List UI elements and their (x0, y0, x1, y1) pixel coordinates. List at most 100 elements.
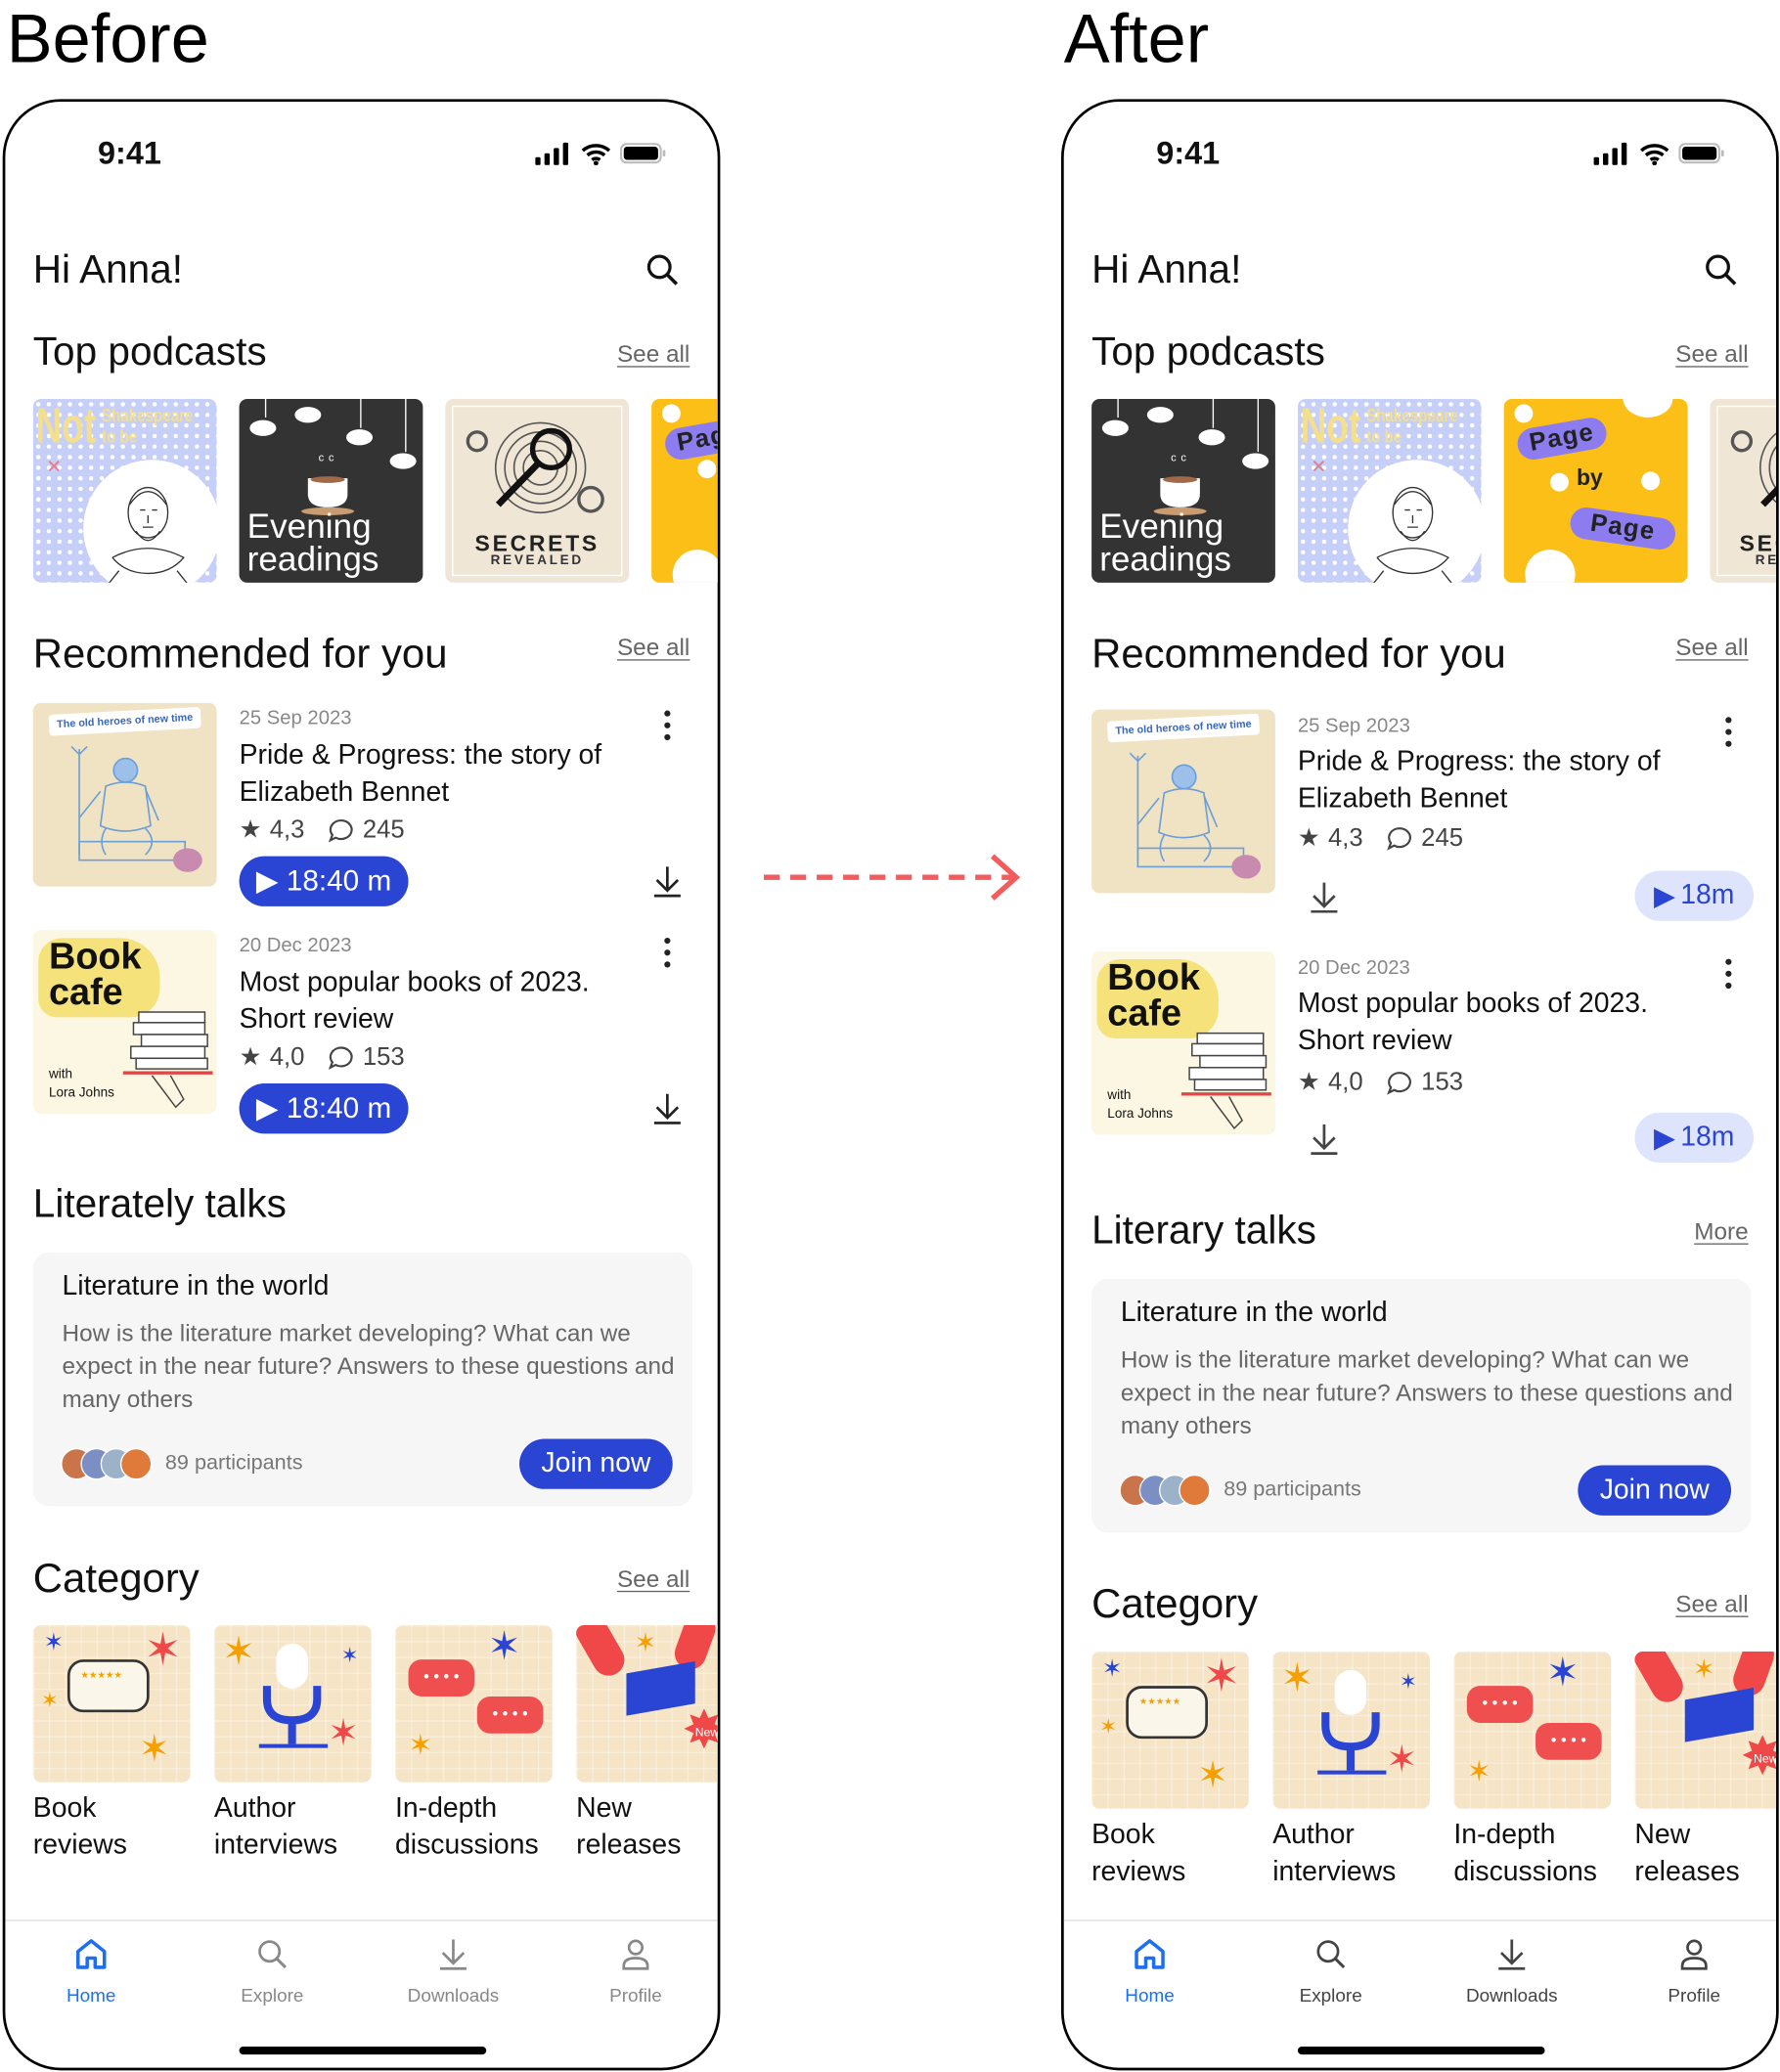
rating: 4,3 (269, 816, 305, 845)
greeting: Hi Anna! (1091, 248, 1242, 292)
tab-explore[interactable]: Explore (1252, 1937, 1410, 2006)
x-mark-icon: ✕ (46, 456, 63, 477)
podcast-not-shakespeare[interactable]: Not Shakespeare to be ✕ (1297, 399, 1482, 583)
podcast-evening-readings[interactable]: ᶜ ᶜ Evening readings (1091, 399, 1275, 583)
join-now-button[interactable]: Join now (1578, 1465, 1732, 1516)
episode-meta: ★ 4,0 153 (1298, 1069, 1463, 1098)
shakespeare-portrait-icon (1373, 486, 1452, 583)
shakespeare-portrait-icon (109, 486, 188, 583)
play-button[interactable]: ▶ 18:40 m (239, 1082, 409, 1134)
tab-explore[interactable]: Explore (193, 1937, 351, 2006)
episode-title[interactable]: Most popular books of 2023. Short review (240, 964, 636, 1036)
tab-downloads[interactable]: Downloads (374, 1937, 532, 2006)
category-author-interviews[interactable]: ✶ ✶ ✶ Author interviews (1272, 1652, 1430, 1891)
talk-title: Literature in the world (1120, 1297, 1388, 1328)
recommended-see-all[interactable]: See all (617, 633, 690, 662)
recommended-title: Recommended for you (1091, 630, 1506, 677)
podcast-not-shakespeare[interactable]: Not Shakespeare to be ✕ (32, 399, 217, 583)
podcast-secrets-revealed[interactable]: SECRETS REVEALED (1710, 399, 1777, 583)
podcast-evening-readings[interactable]: ᶜ ᶜ Evening readings (239, 399, 423, 583)
category-title: Category (1091, 1580, 1259, 1627)
podcast-page-by-page[interactable]: Page by Page (1503, 399, 1688, 583)
category-book-reviews[interactable]: ✶ ✶ ✶ ✶ ★★★★★ Book reviews (1091, 1652, 1249, 1891)
more-options-icon[interactable] (662, 936, 673, 970)
play-icon: ▶ (255, 1091, 279, 1124)
comment-count: 153 (1421, 1069, 1464, 1097)
episode-art-heroes: The old heroes of new time (1091, 709, 1275, 894)
talks-more-link[interactable]: More (1694, 1216, 1748, 1246)
top-podcasts-see-all[interactable]: See all (1675, 339, 1748, 369)
podcast-page-by-page[interactable]: Page by Page (651, 399, 718, 583)
after-phone: 9:41 Hi Anna! Top podcasts See all ᶜ ᶜ E… (1061, 99, 1779, 2071)
search-icon[interactable] (645, 252, 679, 287)
category-carousel[interactable]: ✶ ✶ ✶ ✶ ★★★★★ Book reviews ✶ ✶ ✶ Author inter… (32, 1624, 718, 1865)
new-releases-art: ✶✸New (576, 1624, 718, 1783)
search-icon[interactable] (1704, 252, 1738, 287)
talk-card[interactable]: Literature in the world How is the liter… (32, 1252, 693, 1507)
episode-title[interactable]: Most popular books of 2023. Short review (1298, 986, 1694, 1058)
category-new-releases[interactable]: ✶✸New New releases (576, 1624, 718, 1865)
rating: 4,3 (1328, 824, 1363, 853)
tab-profile[interactable]: Profile (1615, 1937, 1773, 2006)
more-options-icon[interactable] (1723, 715, 1734, 749)
status-time: 9:41 (97, 136, 161, 172)
svg-text:ᶜ ᶜ: ᶜ ᶜ (319, 452, 334, 469)
fingerprint-magnifier-icon (1730, 430, 1777, 507)
signal-icon (1593, 142, 1627, 165)
episode-date: 20 Dec 2023 (239, 934, 352, 957)
comment-count: 245 (362, 816, 405, 845)
comment-icon (1387, 827, 1412, 851)
episode-meta: ★ 4,3 245 (240, 816, 405, 846)
category-in-depth-discussions[interactable]: ✶ ✶ • • • • • • • • In-depth discussions (395, 1624, 553, 1865)
signal-icon (535, 142, 569, 165)
podcast-carousel[interactable]: Not Shakespeare to be ✕ ᶜ ᶜ Evening read… (32, 399, 718, 583)
category-new-releases[interactable]: ✶✸New New releases (1634, 1652, 1777, 1891)
person-icon (622, 1939, 649, 1970)
download-icon[interactable] (1310, 881, 1339, 913)
in-depth-discussions-art: ✶ ✶ • • • • • • • • (1453, 1652, 1612, 1809)
recommended-see-all[interactable]: See all (1675, 633, 1748, 662)
battery-icon (620, 143, 666, 164)
more-options-icon[interactable] (1723, 956, 1734, 991)
play-button[interactable]: ▶ 18m (1634, 870, 1755, 921)
top-podcasts-see-all[interactable]: See all (617, 339, 690, 369)
podcast-carousel[interactable]: ᶜ ᶜ Evening readings Not Shakespeare to … (1091, 399, 1777, 583)
home-icon (1135, 1939, 1165, 1969)
tab-home[interactable]: Home (1070, 1937, 1228, 2006)
join-now-button[interactable]: Join now (519, 1438, 673, 1489)
download-icon[interactable] (652, 1092, 682, 1124)
play-button[interactable]: ▶ 18m (1634, 1112, 1755, 1164)
wifi-icon (1640, 144, 1669, 165)
episode-title[interactable]: Pride & Progress: the story of Elizabeth… (1298, 744, 1694, 816)
comment-icon (329, 819, 354, 843)
episode-title[interactable]: Pride & Progress: the story of Elizabeth… (240, 737, 636, 810)
wifi-icon (581, 144, 611, 165)
episode-date: 20 Dec 2023 (1297, 956, 1410, 980)
download-icon[interactable] (1310, 1124, 1339, 1155)
stars-rating-icon: ★★★★★ (1138, 1697, 1181, 1707)
category-see-all[interactable]: See all (1675, 1589, 1748, 1618)
greeting: Hi Anna! (32, 248, 184, 292)
status-icons (1593, 142, 1726, 165)
category-author-interviews[interactable]: ✶ ✶ ✶ Author interviews (213, 1624, 372, 1865)
category-see-all[interactable]: See all (617, 1565, 690, 1594)
tab-profile[interactable]: Profile (556, 1937, 715, 2006)
category-in-depth-discussions[interactable]: ✶ ✶ • • • • • • • • In-depth discussions (1453, 1652, 1612, 1891)
nav-divider (1063, 1919, 1777, 1921)
talk-card[interactable]: Literature in the world How is the liter… (1091, 1278, 1752, 1533)
play-icon: ▶ (1654, 1122, 1675, 1153)
tab-home[interactable]: Home (12, 1937, 170, 2006)
home-indicator (1297, 2047, 1545, 2055)
episode-art-book-cafe: Book cafe with Lora Johns (1091, 950, 1275, 1135)
new-releases-art: ✶✸New (1634, 1652, 1777, 1809)
category-carousel[interactable]: ✶ ✶ ✶ ✶ ★★★★★ Book reviews ✶ ✶ ✶ Author inter… (1091, 1652, 1777, 1891)
book-stack-icon (122, 1011, 213, 1109)
category-book-reviews[interactable]: ✶ ✶ ✶ ✶ ★★★★★ Book reviews (32, 1624, 191, 1865)
tab-downloads[interactable]: Downloads (1433, 1937, 1591, 2006)
play-button[interactable]: ▶ 18:40 m (239, 856, 409, 906)
episode-art-heroes: The old heroes of new time (32, 702, 217, 887)
podcast-secrets-revealed[interactable]: SECRETS REVEALED (445, 399, 630, 583)
more-options-icon[interactable] (662, 708, 673, 742)
download-icon[interactable] (652, 865, 682, 898)
play-icon: ▶ (255, 863, 279, 898)
